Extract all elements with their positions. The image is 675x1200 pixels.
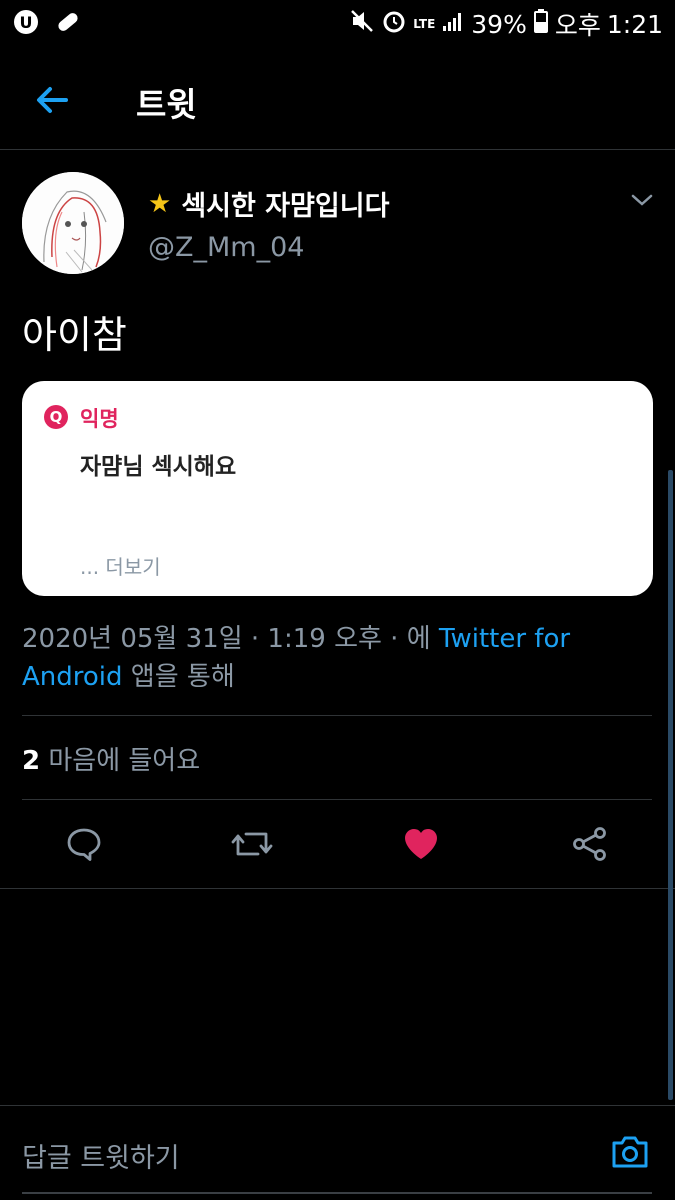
reply-underline [22,1192,652,1194]
header: 트윗 [0,48,675,150]
reply-button[interactable] [62,822,106,866]
reply-input[interactable]: 답글 트윗하기 [22,1136,180,1175]
tweet-meta: 2020년 05월 31일 · 1:19 오후 · 에 Twitter for A… [22,620,652,696]
more-options-button[interactable] [628,186,656,214]
status-bar-right: LTE 39% 오후 1:21 [349,6,663,42]
display-name[interactable]: ★ 섹시한 자먐입니다 [148,184,389,223]
comment-icon [67,828,101,861]
chevron-down-icon [631,194,653,206]
clock: 1:21 [606,9,663,39]
status-bar: U LTE 39% 오후 1:21 [0,0,675,48]
retweet-icon [231,832,273,856]
camera-button[interactable] [608,1130,652,1174]
tweet-datetime: 2020년 05월 31일 · 1:19 오후 · 에 [22,624,431,654]
attached-card[interactable]: Q 익명 자먐님 섹시해요 ... 더보기 [22,381,653,596]
camera-icon [612,1136,648,1168]
display-name-text: 섹시한 자먐입니다 [181,191,390,222]
ampm: 오후 [554,11,601,40]
reply-bar: 답글 트윗하기 [0,1105,675,1200]
card-label: 익명 [80,407,119,431]
mute-icon [349,8,375,40]
source-link-part2: Android [22,662,123,692]
likes-number: 2 [22,746,41,776]
avatar-drawing-icon [22,172,124,274]
page-title: 트윗 [136,85,197,124]
star-icon: ★ [148,188,172,219]
divider [0,888,675,889]
action-bar [0,800,675,890]
heart-filled-icon [405,829,437,859]
divider [22,715,652,716]
battery-percent: 39% [471,9,527,39]
alarm-icon [381,8,407,40]
likes-label: 마음에 들어요 [48,746,201,776]
source-suffix: 앱을 통해 [130,662,235,692]
source-link-part1: Twitter for [438,624,571,654]
user-handle[interactable]: @Z_Mm_04 [148,232,304,263]
status-bar-left: U [12,8,82,40]
like-button[interactable] [399,822,443,866]
lte-icon: LTE [413,17,436,31]
card-question: 자먐님 섹시해요 [80,454,237,480]
share-icon [573,827,606,861]
back-button[interactable] [30,78,74,122]
arrow-left-icon [37,87,68,113]
pill-icon [54,8,82,40]
read-more-link[interactable]: ... 더보기 [80,551,161,580]
question-badge-icon: Q [44,405,68,429]
tweet-text: 아이참 [22,313,127,357]
scrollbar[interactable] [668,470,673,1100]
retweet-button[interactable] [230,822,274,866]
likes-count[interactable]: 2 마음에 들어요 [22,740,200,777]
battery-icon [533,8,549,40]
signal-icon [441,9,465,39]
avatar[interactable] [22,172,124,274]
share-button[interactable] [568,822,612,866]
app-notification-icon: U [12,8,40,40]
svg-text:U: U [20,13,33,32]
